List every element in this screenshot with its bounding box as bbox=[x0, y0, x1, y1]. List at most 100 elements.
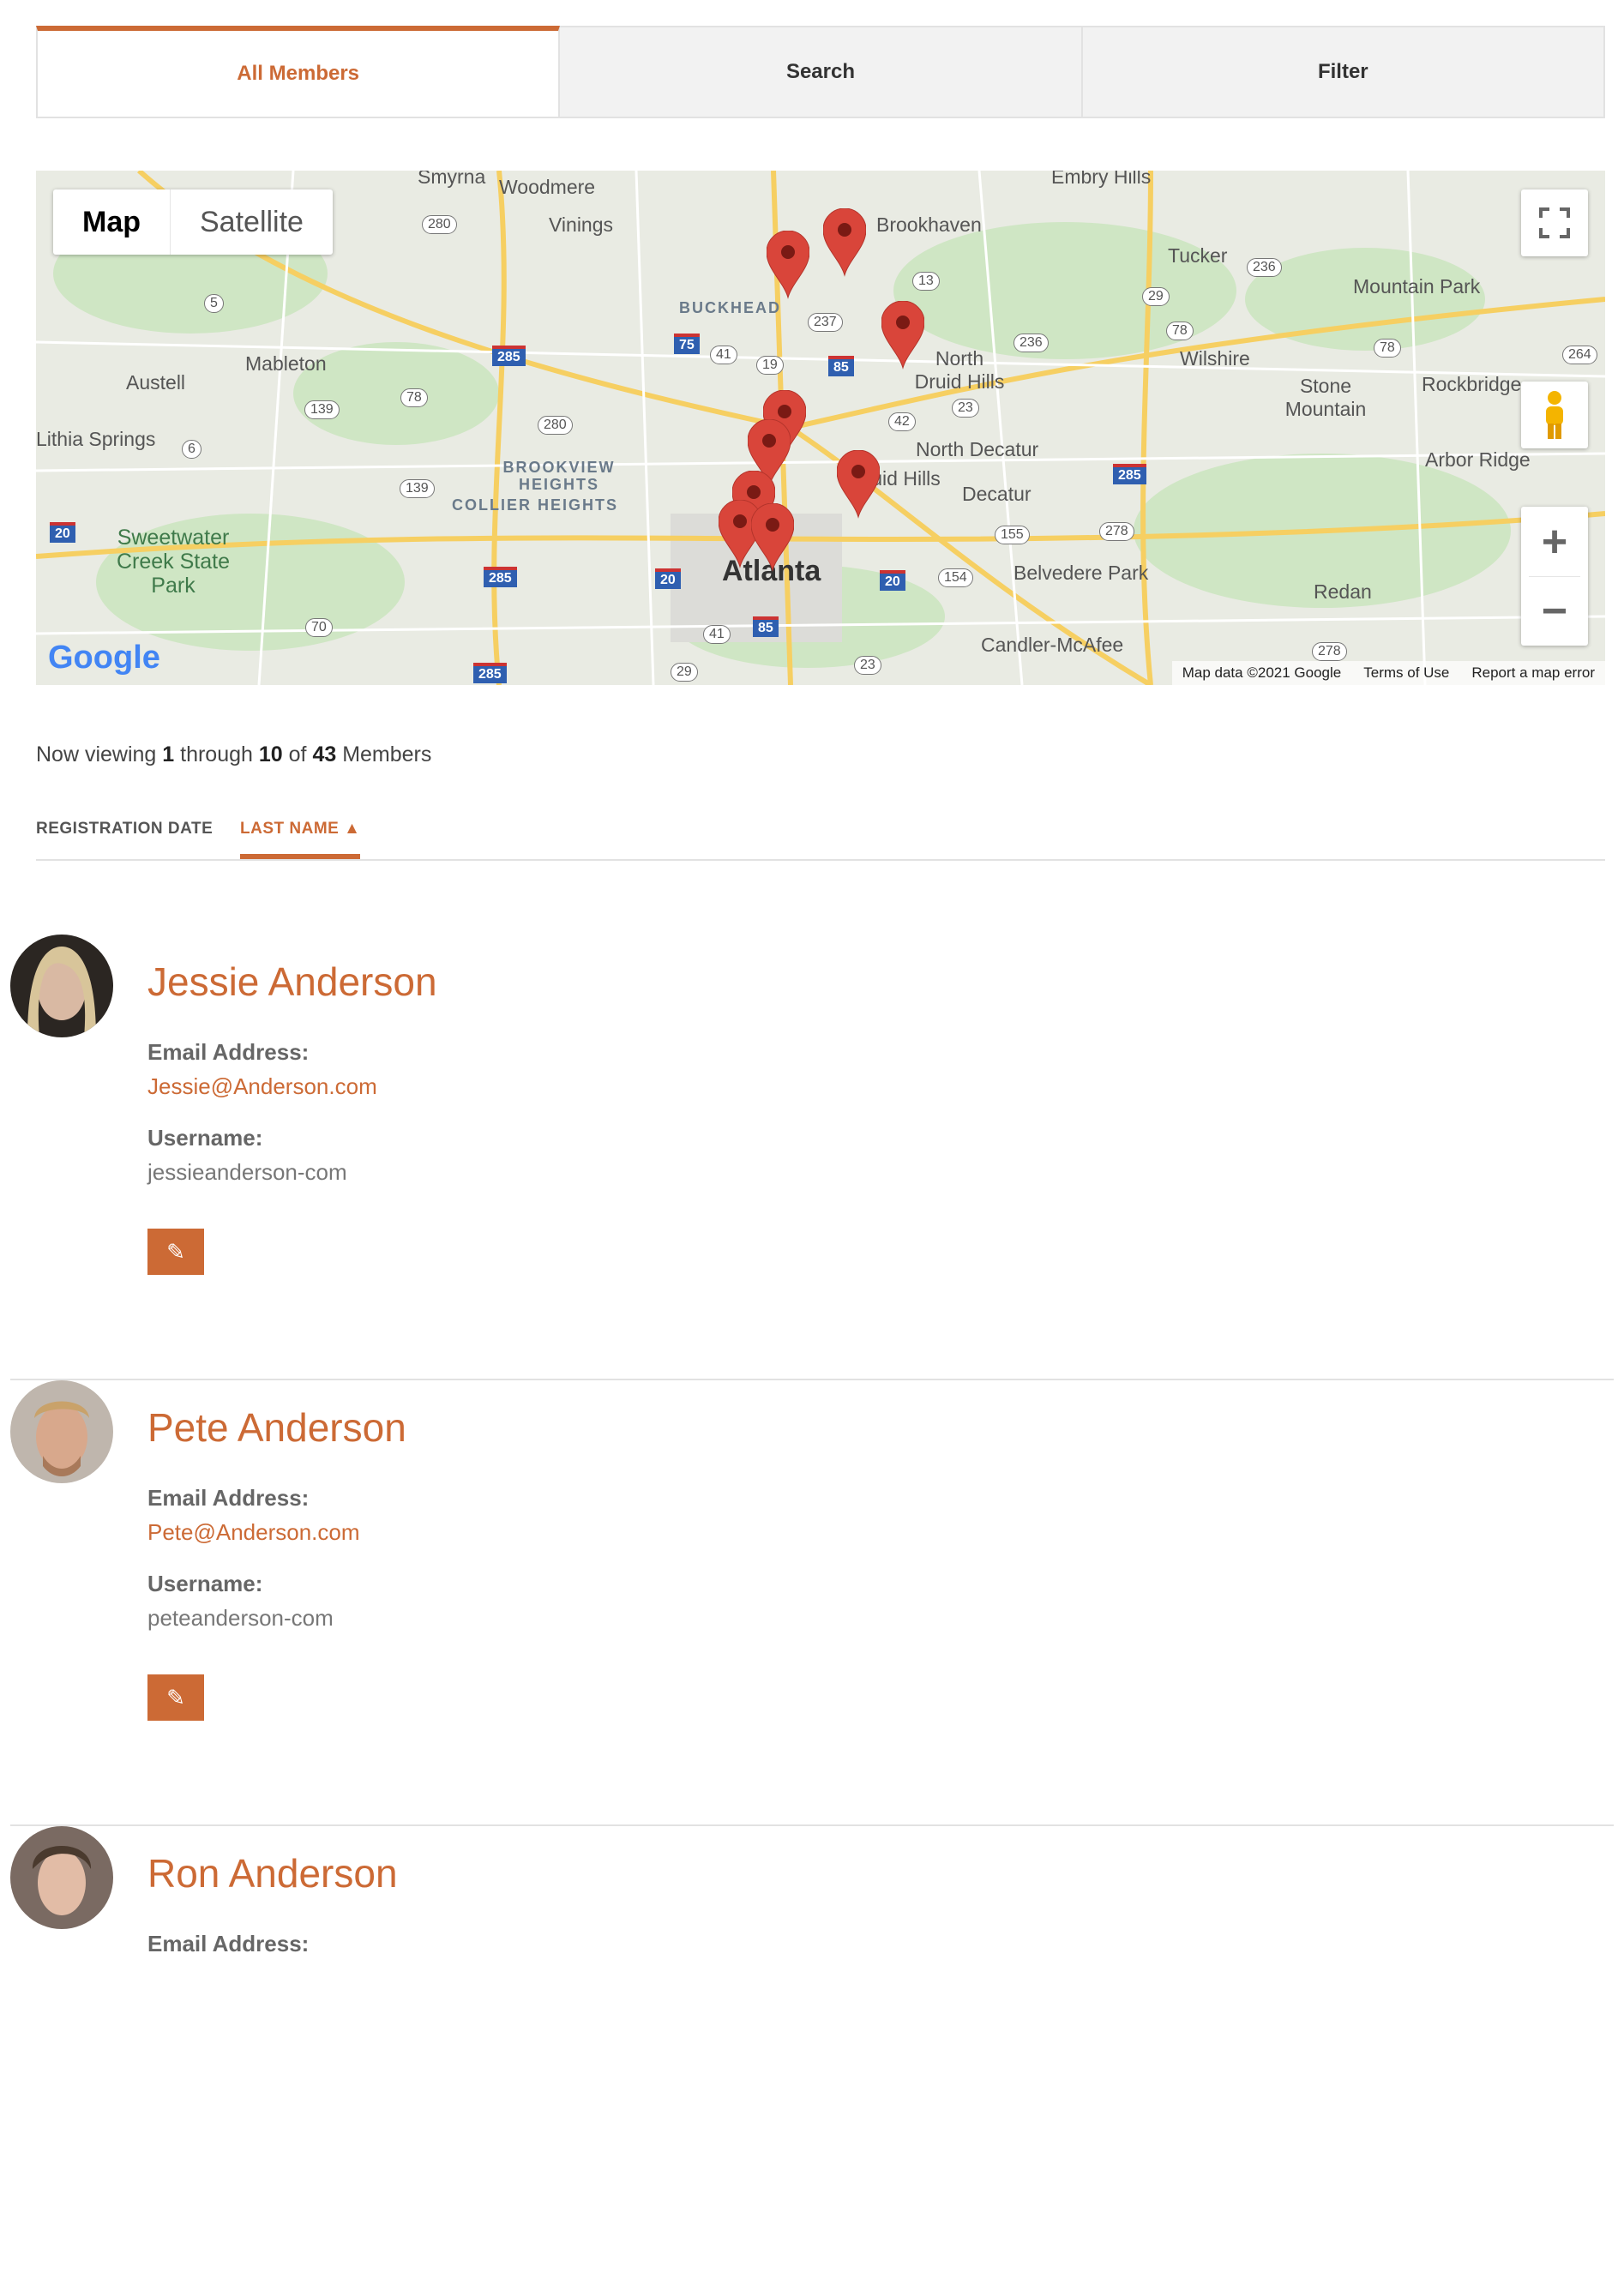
map-label: Sweetwater Creek State Park bbox=[116, 526, 230, 598]
username-label: Username: bbox=[147, 1571, 263, 1596]
interstate-shield: 20 bbox=[655, 568, 681, 589]
map-label: Wilshire bbox=[1180, 347, 1250, 370]
route-shield: 78 bbox=[1166, 322, 1194, 340]
map-label: North Decatur bbox=[916, 438, 1039, 460]
map-marker-pin[interactable] bbox=[750, 502, 795, 572]
avatar[interactable] bbox=[10, 935, 113, 1037]
viewing-of: of bbox=[282, 742, 313, 766]
map-label: Vinings bbox=[549, 213, 614, 236]
member-name-link[interactable]: Pete Anderson bbox=[147, 1404, 406, 1451]
username-value: peteanderson-com bbox=[147, 1605, 334, 1631]
map-label: Smyrna bbox=[418, 171, 486, 188]
viewing-start: 1 bbox=[162, 742, 175, 766]
map-label: Embry Hills bbox=[1051, 171, 1152, 188]
results-count: Now viewing 1 through 10 of 43 Members bbox=[36, 742, 431, 767]
viewing-prefix: Now viewing bbox=[36, 742, 163, 766]
map-label: Austell bbox=[126, 371, 186, 394]
map-marker-pin[interactable] bbox=[836, 449, 881, 519]
pencil-icon: ✎ bbox=[166, 1238, 185, 1265]
map-type-satellite-button[interactable]: Satellite bbox=[171, 189, 333, 255]
route-shield: 19 bbox=[756, 356, 784, 375]
fullscreen-icon bbox=[1539, 207, 1570, 238]
route-shield: 78 bbox=[1374, 339, 1401, 358]
member-card: Jessie Anderson Email Address: Jessie@An… bbox=[10, 935, 1614, 1380]
avatar[interactable] bbox=[10, 1380, 113, 1483]
route-shield: 139 bbox=[400, 479, 435, 498]
map-label: Lithia Springs bbox=[36, 428, 156, 450]
route-shield: 155 bbox=[995, 526, 1030, 544]
zoom-in-button[interactable]: + bbox=[1521, 508, 1588, 576]
route-shield: 236 bbox=[1247, 258, 1282, 277]
email-link[interactable]: Pete@Anderson.com bbox=[147, 1519, 360, 1546]
member-tabs: All Members Search Filter bbox=[36, 26, 1605, 118]
route-shield: 237 bbox=[808, 313, 843, 332]
viewing-suffix: Members bbox=[336, 742, 432, 766]
route-shield: 41 bbox=[710, 346, 737, 364]
map-type-map-button[interactable]: Map bbox=[53, 189, 171, 255]
map-label: COLLIER HEIGHTS bbox=[452, 496, 619, 514]
route-shield: 264 bbox=[1562, 346, 1597, 364]
map-label: BUCKHEAD bbox=[679, 299, 781, 316]
tab-all-members[interactable]: All Members bbox=[36, 26, 561, 118]
viewing-end: 10 bbox=[258, 742, 283, 766]
map-label: Candler-McAfee bbox=[981, 634, 1124, 656]
google-logo: Google bbox=[48, 640, 160, 676]
interstate-shield: 20 bbox=[50, 522, 75, 543]
pencil-icon: ✎ bbox=[166, 1684, 185, 1710]
fullscreen-button[interactable] bbox=[1521, 189, 1588, 256]
tab-filter[interactable]: Filter bbox=[1082, 26, 1605, 118]
viewing-mid: through bbox=[174, 742, 259, 766]
map-marker-pin[interactable] bbox=[766, 230, 810, 299]
email-link[interactable]: Jessie@Anderson.com bbox=[147, 1073, 377, 1100]
route-shield: 6 bbox=[182, 440, 201, 459]
route-shield: 23 bbox=[952, 399, 979, 418]
interstate-shield: 20 bbox=[880, 570, 905, 591]
avatar[interactable] bbox=[10, 1826, 113, 1929]
username-value: jessieanderson-com bbox=[147, 1159, 347, 1185]
report-map-error-link[interactable]: Report a map error bbox=[1471, 664, 1595, 682]
email-label: Email Address: bbox=[147, 1931, 310, 1956]
members-map[interactable]: Smyrna Woodmere Vinings Embry Hills Broo… bbox=[36, 171, 1605, 685]
route-shield: 23 bbox=[854, 656, 881, 675]
route-shield: 78 bbox=[400, 388, 428, 407]
username-label: Username: bbox=[147, 1125, 263, 1151]
email-label: Email Address: bbox=[147, 1039, 310, 1065]
interstate-shield: 85 bbox=[828, 356, 854, 376]
map-marker-pin[interactable] bbox=[881, 300, 925, 370]
map-data-attribution: Map data ©2021 Google bbox=[1182, 664, 1342, 681]
member-name-link[interactable]: Ron Anderson bbox=[147, 1850, 398, 1896]
interstate-shield: 285 bbox=[1113, 464, 1146, 484]
zoom-control: + − bbox=[1521, 507, 1588, 646]
route-shield: 29 bbox=[1142, 287, 1170, 306]
street-view-button[interactable] bbox=[1521, 382, 1588, 448]
map-label: Rockbridge bbox=[1422, 373, 1522, 395]
interstate-shield: 285 bbox=[484, 567, 517, 587]
map-label: Stone Mountain bbox=[1284, 375, 1367, 420]
map-marker-pin[interactable] bbox=[822, 207, 867, 277]
map-label: Decatur bbox=[962, 483, 1032, 505]
route-shield: 41 bbox=[703, 625, 731, 644]
route-shield: 29 bbox=[671, 663, 698, 682]
route-shield: 280 bbox=[538, 416, 573, 435]
tab-search[interactable]: Search bbox=[560, 26, 1083, 118]
map-label: Redan bbox=[1314, 580, 1372, 603]
route-shield: 5 bbox=[204, 294, 224, 313]
edit-member-button[interactable]: ✎ bbox=[147, 1229, 204, 1275]
map-label: Woodmere bbox=[499, 176, 596, 198]
terms-of-use-link[interactable]: Terms of Use bbox=[1363, 664, 1449, 682]
zoom-out-button[interactable]: − bbox=[1521, 577, 1588, 646]
edit-member-button[interactable]: ✎ bbox=[147, 1674, 204, 1721]
map-label: Mountain Park bbox=[1353, 275, 1481, 298]
map-label: Mableton bbox=[245, 352, 327, 375]
route-shield: 278 bbox=[1099, 522, 1134, 541]
map-label: Arbor Ridge bbox=[1425, 448, 1531, 471]
member-name-link[interactable]: Jessie Anderson bbox=[147, 959, 437, 1005]
interstate-shield: 85 bbox=[753, 616, 779, 637]
member-card: Ron Anderson Email Address: bbox=[10, 1826, 1614, 2272]
route-shield: 280 bbox=[422, 215, 457, 234]
sort-registration-date[interactable]: REGISTRATION DATE bbox=[36, 820, 213, 838]
map-type-control: Map Satellite bbox=[53, 189, 333, 255]
sort-last-name[interactable]: LAST NAME ▲ bbox=[240, 820, 361, 859]
sort-bar: REGISTRATION DATE LAST NAME ▲ bbox=[36, 808, 1605, 861]
map-label: Tucker bbox=[1168, 244, 1228, 267]
